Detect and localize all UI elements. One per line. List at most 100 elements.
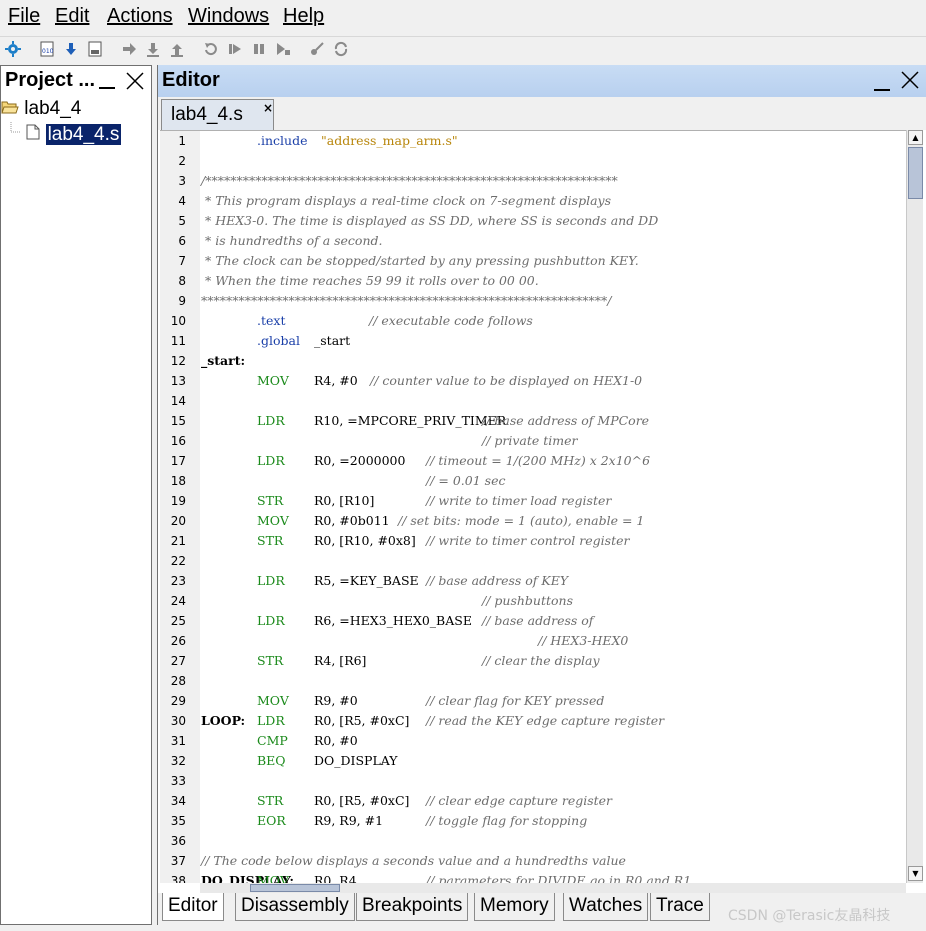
menu-edit-label: Edit bbox=[55, 5, 90, 27]
step-over-icon[interactable] bbox=[144, 40, 162, 58]
tab-disassembly[interactable]: Disassembly bbox=[235, 893, 355, 921]
menu-edit[interactable]: Edit bbox=[55, 5, 89, 28]
vertical-scrollbar[interactable]: ▲ ▼ bbox=[906, 130, 923, 883]
line-number: 22 bbox=[170, 554, 186, 568]
tab-trace-label: Trace bbox=[656, 895, 704, 916]
line-number: 7 bbox=[178, 254, 186, 268]
code-comment: // private timer bbox=[482, 433, 578, 448]
pause-icon[interactable] bbox=[250, 40, 268, 58]
download-icon[interactable] bbox=[62, 40, 80, 58]
code-comment: // HEX3-HEX0 bbox=[538, 633, 629, 648]
breakpoint-icon[interactable] bbox=[308, 40, 326, 58]
line-number: 24 bbox=[170, 594, 186, 608]
menu-actions-label: Actions bbox=[107, 5, 173, 27]
toolbar: 010 bbox=[0, 36, 926, 62]
code-operands: R0, [R5, #0xC] bbox=[314, 793, 410, 808]
refresh-icon[interactable] bbox=[332, 40, 350, 58]
vertical-scroll-thumb[interactable] bbox=[908, 147, 923, 199]
run-to-cursor-icon[interactable] bbox=[274, 40, 292, 58]
tree-node-project-label: lab4_4 bbox=[24, 98, 82, 120]
code-comment: // parameters for DIVIDE go in R0 and R1 bbox=[426, 873, 692, 883]
close-icon[interactable] bbox=[125, 70, 145, 92]
code-instruction: MOV bbox=[257, 693, 289, 708]
code-editor[interactable]: 1 .include "address_map_arm.s" 2 3/*********… bbox=[160, 130, 906, 883]
tab-memory[interactable]: Memory bbox=[474, 893, 555, 921]
code-comment: // write to timer load register bbox=[426, 493, 612, 508]
minimize-icon[interactable] bbox=[97, 70, 117, 92]
project-panel-title: Project ... bbox=[5, 69, 96, 91]
tab-breakpoints-label: Breakpoints bbox=[362, 895, 463, 916]
settings-gear-icon[interactable] bbox=[4, 40, 22, 58]
folder-open-icon bbox=[1, 98, 19, 120]
horizontal-scrollbar[interactable] bbox=[200, 883, 906, 893]
line-number: 13 bbox=[170, 374, 186, 388]
compile-load-icon[interactable] bbox=[86, 40, 104, 58]
line-number: 3 bbox=[178, 174, 186, 188]
code-operands: R0, [R5, #0xC] bbox=[314, 713, 410, 728]
code-directive: .global bbox=[257, 333, 300, 348]
line-number: 23 bbox=[170, 574, 186, 588]
editor-close-icon[interactable] bbox=[900, 70, 920, 92]
compile-icon[interactable]: 010 bbox=[38, 40, 56, 58]
code-line: 18 // = 0.01 sec bbox=[160, 471, 906, 491]
code-comment: // pushbuttons bbox=[482, 593, 574, 608]
code-instruction: LDR bbox=[257, 413, 285, 428]
code-instruction: MOV bbox=[257, 513, 289, 528]
scroll-up-icon[interactable]: ▲ bbox=[908, 130, 923, 145]
step-into-icon[interactable] bbox=[120, 40, 138, 58]
tree-node-file[interactable]: lab4_4.s bbox=[9, 122, 122, 148]
code-line: 13 MOV R4, #0 // counter value to be displa… bbox=[160, 371, 906, 391]
code-line: 4 * This program displays a real-time cl… bbox=[160, 191, 906, 211]
code-line: 35 EOR R9, R9, #1 // toggle flag for stoppi… bbox=[160, 811, 906, 831]
code-operands: R0, [R10] bbox=[314, 493, 375, 508]
code-line: 31 CMP R0, #0 bbox=[160, 731, 906, 751]
code-line: 27 STR R4, [R6] // clear the display bbox=[160, 651, 906, 671]
editor-tab-strip: lab4_4.s × bbox=[158, 97, 926, 130]
code-label: _start: bbox=[201, 353, 246, 368]
tree-connector bbox=[9, 122, 21, 148]
project-panel: Project ... lab4_4 lab4_4.s bbox=[0, 65, 152, 925]
code-comment: // base address of MPCore bbox=[482, 413, 650, 428]
line-number: 17 bbox=[170, 454, 186, 468]
code-operands: _start bbox=[314, 333, 351, 348]
line-number: 26 bbox=[170, 634, 186, 648]
menu-help[interactable]: Help bbox=[283, 5, 324, 28]
editor-minimize-icon[interactable] bbox=[872, 70, 892, 92]
menu-windows[interactable]: Windows bbox=[188, 5, 269, 28]
menu-file[interactable]: File bbox=[8, 5, 40, 28]
code-line: 28 bbox=[160, 671, 906, 691]
tab-breakpoints[interactable]: Breakpoints bbox=[356, 893, 469, 921]
code-comment: // base address of bbox=[482, 613, 594, 628]
tab-close-icon[interactable]: × bbox=[263, 101, 273, 115]
line-number: 1 bbox=[178, 134, 186, 148]
code-line: 23 LDR R5, =KEY_BASE // base address of KEY bbox=[160, 571, 906, 591]
watermark: CSDN @Terasic友晶科技 bbox=[728, 908, 891, 924]
code-comment: // clear flag for KEY pressed bbox=[426, 693, 605, 708]
tree-node-project[interactable]: lab4_4 bbox=[1, 98, 81, 120]
horizontal-scroll-thumb[interactable] bbox=[250, 884, 340, 892]
menu-actions[interactable]: Actions bbox=[107, 5, 173, 28]
code-instruction: LDR bbox=[257, 573, 285, 588]
code-line: 7 * The clock can be stopped/started by … bbox=[160, 251, 906, 271]
tab-trace[interactable]: Trace bbox=[650, 893, 710, 921]
code-line: 37 // The code below displays a seconds v… bbox=[160, 851, 906, 871]
restart-icon[interactable] bbox=[202, 40, 220, 58]
line-number: 25 bbox=[170, 614, 186, 628]
line-number: 32 bbox=[170, 754, 186, 768]
tab-editor[interactable]: Editor bbox=[162, 893, 224, 921]
step-out-icon[interactable] bbox=[168, 40, 186, 58]
code-comment: // read the KEY edge capture register bbox=[426, 713, 665, 728]
continue-icon[interactable] bbox=[226, 40, 244, 58]
code-instruction: MOV bbox=[257, 873, 289, 883]
code-line: 20 MOV R0, #0b011 // set bits: mode = 1 (au… bbox=[160, 511, 906, 531]
tab-lab4-4-s[interactable]: lab4_4.s × bbox=[161, 99, 274, 130]
tab-watches[interactable]: Watches bbox=[563, 893, 649, 921]
project-panel-header: Project ... bbox=[1, 66, 151, 96]
code-line: 16 // private timer bbox=[160, 431, 906, 451]
code-line: 9 ***************************************… bbox=[160, 291, 906, 311]
code-comment: * When the time reaches 59 99 it rolls o… bbox=[201, 273, 539, 288]
svg-text:010: 010 bbox=[42, 48, 54, 55]
code-comment: // set bits: mode = 1 (auto), enable = 1 bbox=[398, 513, 645, 528]
code-instruction: LDR bbox=[257, 713, 285, 728]
scroll-down-icon[interactable]: ▼ bbox=[908, 866, 923, 881]
